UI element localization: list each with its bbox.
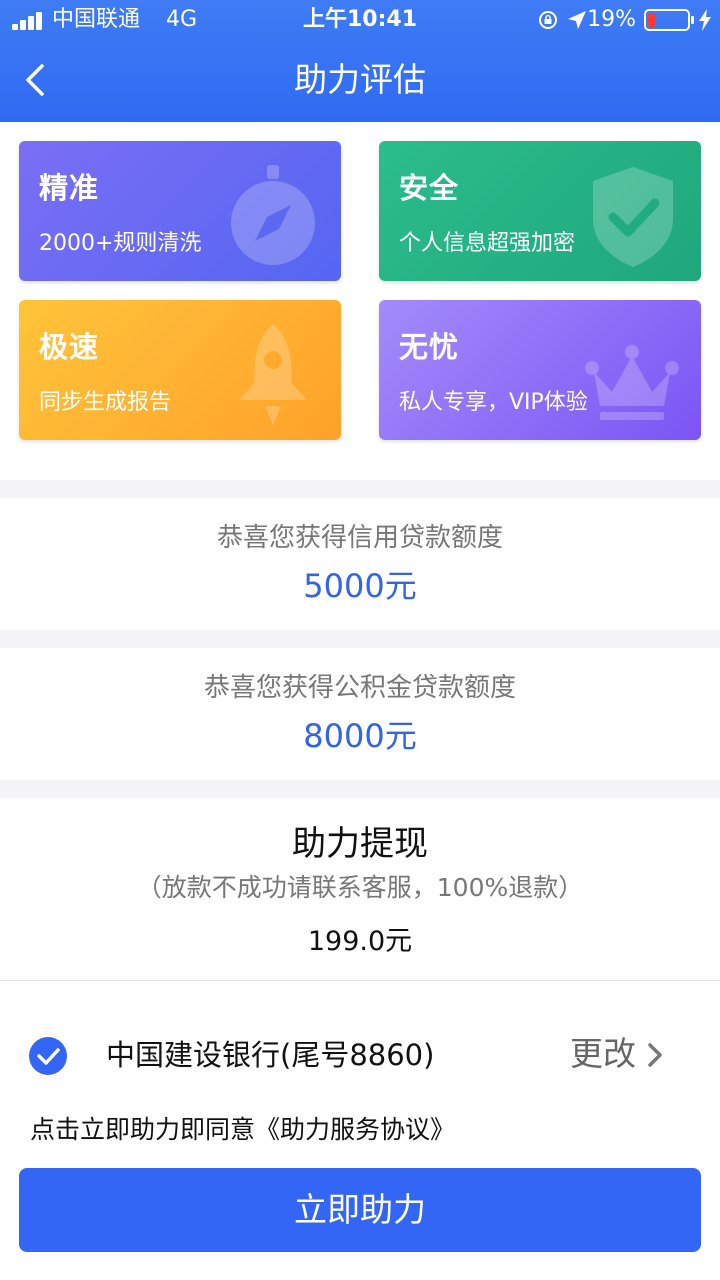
credit-quota-block: 恭喜您获得信用贷款额度 5000元 bbox=[0, 520, 720, 608]
chevron-right-icon[interactable] bbox=[646, 1042, 664, 1068]
battery-percent: 19% bbox=[587, 7, 636, 32]
feature-desc: 个人信息超强加密 bbox=[399, 231, 576, 256]
feature-title: 无忧 bbox=[399, 330, 460, 364]
feature-title: 安全 bbox=[399, 171, 460, 205]
fund-quota-amount: 8000元 bbox=[303, 717, 417, 755]
header: 中国联通 4G 上午10:41 19% 助力评估 bbox=[0, 0, 720, 122]
bank-card-row[interactable]: 中国建设银行(尾号8860) 更改 bbox=[0, 1020, 720, 1090]
feature-desc: 同步生成报告 bbox=[39, 390, 172, 415]
bank-name: 中国建设银行(尾号8860) bbox=[106, 1038, 435, 1072]
battery-icon bbox=[644, 9, 694, 31]
feature-title: 极速 bbox=[39, 330, 100, 364]
location-arrow-icon bbox=[568, 11, 586, 29]
feature-card-fast: 极速 同步生成报告 bbox=[19, 300, 341, 440]
status-bar: 中国联通 4G 上午10:41 19% bbox=[0, 0, 720, 40]
charging-bolt-icon bbox=[699, 9, 711, 31]
withdraw-amount: 199.0元 bbox=[307, 926, 413, 957]
feature-desc: 2000+规则清洗 bbox=[39, 231, 202, 256]
feature-card-precise: 精准 2000+规则清洗 bbox=[19, 141, 341, 281]
page-title: 助力评估 bbox=[294, 60, 426, 99]
nav-bar: 助力评估 bbox=[0, 40, 720, 122]
withdraw-section: 助力提现 （放款不成功请联系客服，100%退款） 199.0元 bbox=[0, 800, 720, 980]
divider bbox=[0, 980, 720, 981]
fund-quota-label: 恭喜您获得公积金贷款额度 bbox=[203, 673, 516, 703]
shield-check-icon bbox=[593, 167, 673, 267]
feature-title: 精准 bbox=[39, 171, 100, 205]
section-gap bbox=[0, 480, 720, 498]
orientation-lock-icon bbox=[539, 11, 557, 29]
rocket-icon bbox=[239, 324, 307, 426]
section-gap bbox=[0, 630, 720, 648]
assist-now-button[interactable]: 立即助力 bbox=[19, 1168, 701, 1252]
withdraw-note: （放款不成功请联系客服，100%退款） bbox=[136, 873, 584, 902]
crown-icon bbox=[585, 345, 679, 420]
battery-level bbox=[648, 13, 655, 27]
fund-quota-block: 恭喜您获得公积金贷款额度 8000元 bbox=[0, 670, 720, 758]
checkbox-checked-icon[interactable] bbox=[28, 1036, 68, 1076]
feature-card-safe: 安全 个人信息超强加密 bbox=[379, 141, 701, 281]
compass-icon bbox=[231, 165, 315, 265]
feature-card-worry-free: 无忧 私人专享，VIP体验 bbox=[379, 300, 701, 440]
section-gap bbox=[0, 780, 720, 798]
change-bank-button[interactable]: 更改 bbox=[570, 1032, 636, 1076]
withdraw-title: 助力提现 bbox=[292, 824, 428, 864]
feature-desc: 私人专享，VIP体验 bbox=[399, 390, 588, 415]
agreement-link[interactable]: 点击立即助力即同意《助力服务协议》 bbox=[30, 1112, 455, 1148]
credit-quota-amount: 5000元 bbox=[303, 567, 417, 605]
credit-quota-label: 恭喜您获得信用贷款额度 bbox=[216, 523, 503, 553]
